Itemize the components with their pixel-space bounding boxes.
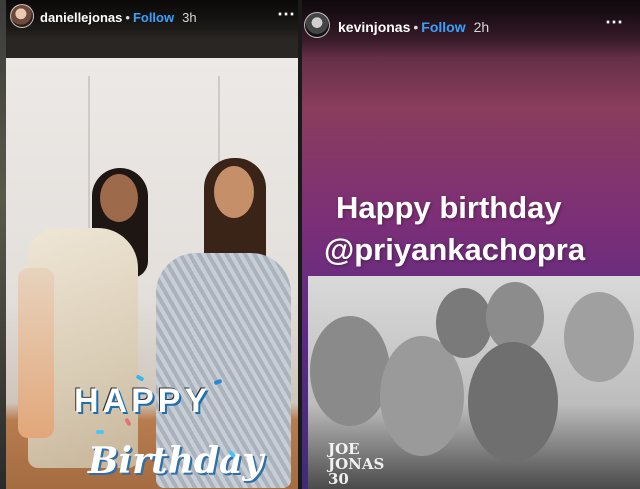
- person-face: [310, 316, 390, 426]
- caption-line-1: Happy birthday: [336, 190, 562, 225]
- follow-button[interactable]: Follow: [421, 19, 465, 35]
- separator-dot: •: [413, 19, 419, 35]
- person-right: [156, 158, 291, 488]
- header-text: kevinjonas • Follow 2h: [338, 19, 489, 35]
- avatar[interactable]: [304, 12, 330, 38]
- photo-booth-picture: JOE JONAS 30: [308, 276, 640, 489]
- separator-dot: •: [125, 10, 130, 25]
- follow-button[interactable]: Follow: [133, 10, 174, 25]
- story-daniellejonas[interactable]: daniellejonas • Follow 3h ⋯ HAPPY Birthday: [6, 0, 298, 489]
- avatar[interactable]: [10, 4, 34, 28]
- post-time: 3h: [182, 10, 197, 25]
- story-header: daniellejonas • Follow 3h ⋯: [6, 0, 298, 40]
- caption-line-2[interactable]: @priyankachopra: [324, 232, 585, 268]
- confetti-icon: [96, 430, 104, 434]
- header-text: daniellejonas • Follow 3h: [40, 10, 197, 25]
- more-options-icon[interactable]: ⋯: [277, 4, 296, 25]
- story-header: kevinjonas • Follow 2h ⋯: [302, 0, 640, 58]
- person-face: [436, 288, 492, 358]
- booth-logo: JOE JONAS 30: [328, 440, 385, 488]
- sticker-happy: HAPPY: [74, 382, 212, 420]
- person-left: [18, 168, 148, 468]
- more-options-icon[interactable]: ⋯: [605, 12, 624, 33]
- story-kevinjonas[interactable]: kevinjonas • Follow 2h ⋯ Happy birthday @pr…: [302, 0, 640, 489]
- story-photo: [6, 58, 298, 489]
- sticker-birthday: Birthday: [88, 440, 264, 482]
- username-link[interactable]: daniellejonas: [40, 10, 122, 25]
- post-time: 2h: [473, 19, 490, 35]
- person-face: [564, 292, 634, 382]
- username-link[interactable]: kevinjonas: [338, 19, 410, 35]
- person-face: [468, 342, 558, 462]
